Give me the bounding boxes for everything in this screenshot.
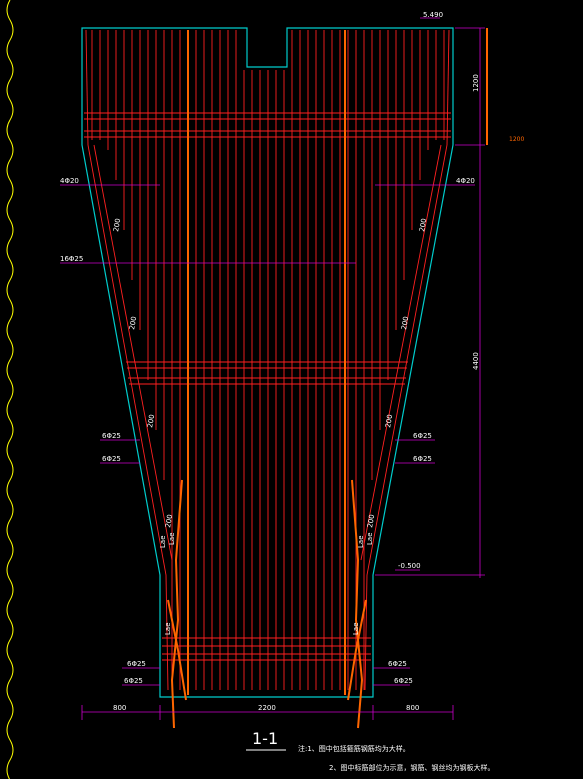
dim-bottom-left: 800 <box>113 704 126 712</box>
sheet-border <box>6 0 14 779</box>
slope-spacing-right-2: 200 <box>400 316 410 331</box>
lae-right-3: Lae <box>352 623 360 636</box>
rebar-mid-right-1: 6Φ25 <box>413 432 432 440</box>
rebar-low-left-2: 6Φ25 <box>124 677 143 685</box>
slope-spacing-right-3: 200 <box>384 414 394 429</box>
rebar-low-right-1: 6Φ25 <box>388 660 407 668</box>
lae-left-3: Lae <box>164 623 172 636</box>
note-line-2: 2、图中标筋部位为示意，钢筋、钢丝均为钢板大样。 <box>329 763 494 772</box>
vertical-rebars <box>91 30 445 690</box>
elevation-top: 5.490 <box>423 11 443 19</box>
section-title: 1-1 <box>252 729 278 748</box>
rebar-middle: 16Φ25 <box>60 255 83 263</box>
section-outline <box>81 27 454 698</box>
elevation-bottom: -0.500 <box>398 562 421 570</box>
dim-right-lower: 4400 <box>472 352 480 370</box>
dim-right-tag: 1200 <box>509 136 524 143</box>
slope-spacing-left-2: 200 <box>128 316 138 331</box>
lae-left-1: Lae <box>159 536 167 549</box>
rebar-upper-right: 4Φ20 <box>456 177 475 185</box>
lae-right-1: Lae <box>357 536 365 549</box>
rebar-low-right-2: 6Φ25 <box>394 677 413 685</box>
rebar-upper-left: 4Φ20 <box>60 177 79 185</box>
note-line-1: 注:1、图中包括箍筋钢筋均为大样。 <box>298 744 410 753</box>
slope-spacing-right-1: 200 <box>418 218 428 233</box>
dim-right-upper: 1200 <box>472 74 480 92</box>
lae-right-2: Lae <box>366 533 374 546</box>
slope-spacing-left-3: 200 <box>146 414 156 429</box>
dim-bottom-middle: 2200 <box>258 704 276 712</box>
slope-spacing-left-4: 200 <box>164 514 174 529</box>
rebar-mid-left-2: 6Φ25 <box>102 455 121 463</box>
lae-left-2: Lae <box>168 533 176 546</box>
slope-spacing-right-4: 200 <box>366 514 376 529</box>
dim-bottom-right: 800 <box>406 704 419 712</box>
rebar-low-left-1: 6Φ25 <box>127 660 146 668</box>
slope-spacing-left-1: 200 <box>112 218 122 233</box>
section-drawing: 5.490 -0.500 4Φ20 4Φ20 16Φ25 6Φ25 6Φ25 6… <box>6 0 524 779</box>
rebar-mid-left-1: 6Φ25 <box>102 432 121 440</box>
rebar-mid-right-2: 6Φ25 <box>413 455 432 463</box>
